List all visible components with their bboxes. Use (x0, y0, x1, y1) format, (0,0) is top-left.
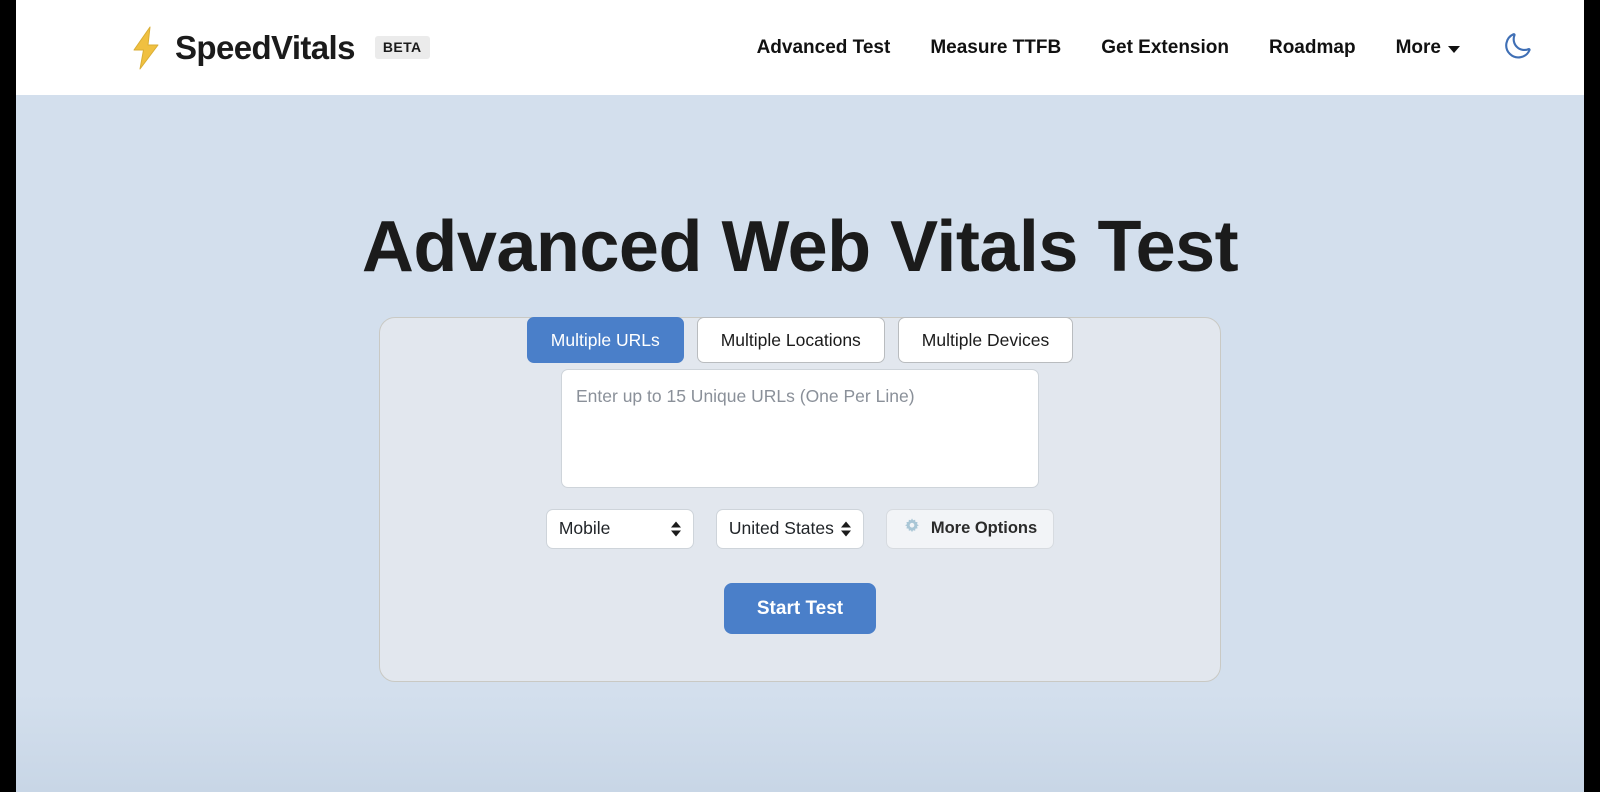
location-select[interactable]: United States (716, 509, 864, 549)
start-test-button[interactable]: Start Test (724, 583, 876, 635)
nav-item-label: Advanced Test (757, 37, 891, 59)
site-header: SpeedVitals BETA Advanced Test Measure T… (16, 0, 1584, 95)
gear-icon (903, 517, 921, 540)
test-mode-tabs: Multiple URLs Multiple Locations Multipl… (379, 317, 1221, 363)
tab-multiple-devices[interactable]: Multiple Devices (898, 317, 1073, 363)
nav-item-more[interactable]: More (1396, 37, 1460, 59)
location-select-value: United States (729, 518, 834, 539)
page-viewport: SpeedVitals BETA Advanced Test Measure T… (16, 0, 1584, 792)
brand-name: SpeedVitals (175, 29, 355, 67)
nav-item-get-extension[interactable]: Get Extension (1101, 37, 1229, 59)
test-controls-row: Mobile United States (380, 509, 1220, 549)
beta-badge: BETA (375, 36, 430, 58)
start-test-row: Start Test (380, 583, 1220, 635)
tab-label: Multiple Devices (922, 330, 1049, 350)
test-form-wrapper: Multiple URLs Multiple Locations Multipl… (379, 317, 1221, 683)
url-input[interactable] (561, 369, 1039, 488)
main-content: Advanced Web Vitals Test Multiple URLs M… (16, 95, 1584, 792)
device-select[interactable]: Mobile (546, 509, 694, 549)
brand-logo[interactable]: SpeedVitals BETA (131, 26, 430, 70)
page-title: Advanced Web Vitals Test (16, 95, 1584, 286)
test-form-card: Mobile United States (379, 317, 1221, 683)
lightning-bolt-icon (131, 26, 161, 70)
nav-item-measure-ttfb[interactable]: Measure TTFB (930, 37, 1061, 59)
tab-label: Multiple URLs (551, 330, 660, 350)
main-navigation: Advanced Test Measure TTFB Get Extension… (757, 37, 1460, 59)
more-options-label: More Options (931, 519, 1037, 538)
nav-item-label: Roadmap (1269, 37, 1356, 59)
device-select-value: Mobile (559, 518, 611, 539)
nav-item-label: Measure TTFB (930, 37, 1061, 59)
tab-label: Multiple Locations (721, 330, 861, 350)
chevron-updown-icon (671, 521, 681, 536)
nav-item-label: Get Extension (1101, 37, 1229, 59)
nav-item-advanced-test[interactable]: Advanced Test (757, 37, 891, 59)
chevron-down-icon (1448, 46, 1460, 53)
tab-multiple-locations[interactable]: Multiple Locations (697, 317, 885, 363)
nav-item-roadmap[interactable]: Roadmap (1269, 37, 1356, 59)
more-options-button[interactable]: More Options (886, 509, 1054, 549)
chevron-updown-icon (841, 521, 851, 536)
nav-item-label: More (1396, 37, 1441, 59)
moon-icon (1503, 30, 1533, 65)
tab-multiple-urls[interactable]: Multiple URLs (527, 317, 684, 363)
dark-mode-toggle[interactable] (1503, 30, 1533, 65)
